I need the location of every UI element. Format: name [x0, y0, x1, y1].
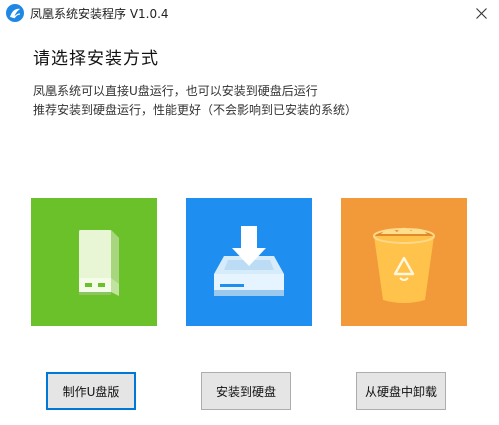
app-icon: [6, 4, 24, 22]
title-bar: 凤凰系统安装程序 V1.0.4: [0, 0, 499, 26]
close-button[interactable]: [463, 0, 499, 26]
make-usb-button[interactable]: 制作U盘版: [46, 372, 136, 410]
description-line-1: 凤凰系统可以直接U盘运行，也可以安装到硬盘后运行: [33, 84, 318, 98]
uninstall-option-tile[interactable]: [341, 198, 467, 326]
window-title: 凤凰系统安装程序 V1.0.4: [30, 7, 169, 21]
usb-option-tile[interactable]: [31, 198, 157, 326]
close-icon: [475, 7, 487, 19]
description-line-2: 推荐安装到硬盘运行，性能更好（不会影响到已安装的系统）: [33, 103, 358, 117]
install-to-disk-button[interactable]: 安装到硬盘: [201, 372, 291, 410]
hard-disk-install-icon: [214, 226, 284, 296]
recycle-bin-icon: [373, 227, 435, 303]
uninstall-from-disk-button[interactable]: 从硬盘中卸载: [356, 372, 446, 410]
installer-window: 凤凰系统安装程序 V1.0.4 请选择安装方式 凤凰系统可以直接U盘运行，也可以…: [0, 0, 499, 425]
page-heading: 请选择安装方式: [33, 49, 159, 69]
install-to-disk-option-tile[interactable]: [186, 198, 312, 326]
usb-drive-icon: [79, 230, 119, 296]
